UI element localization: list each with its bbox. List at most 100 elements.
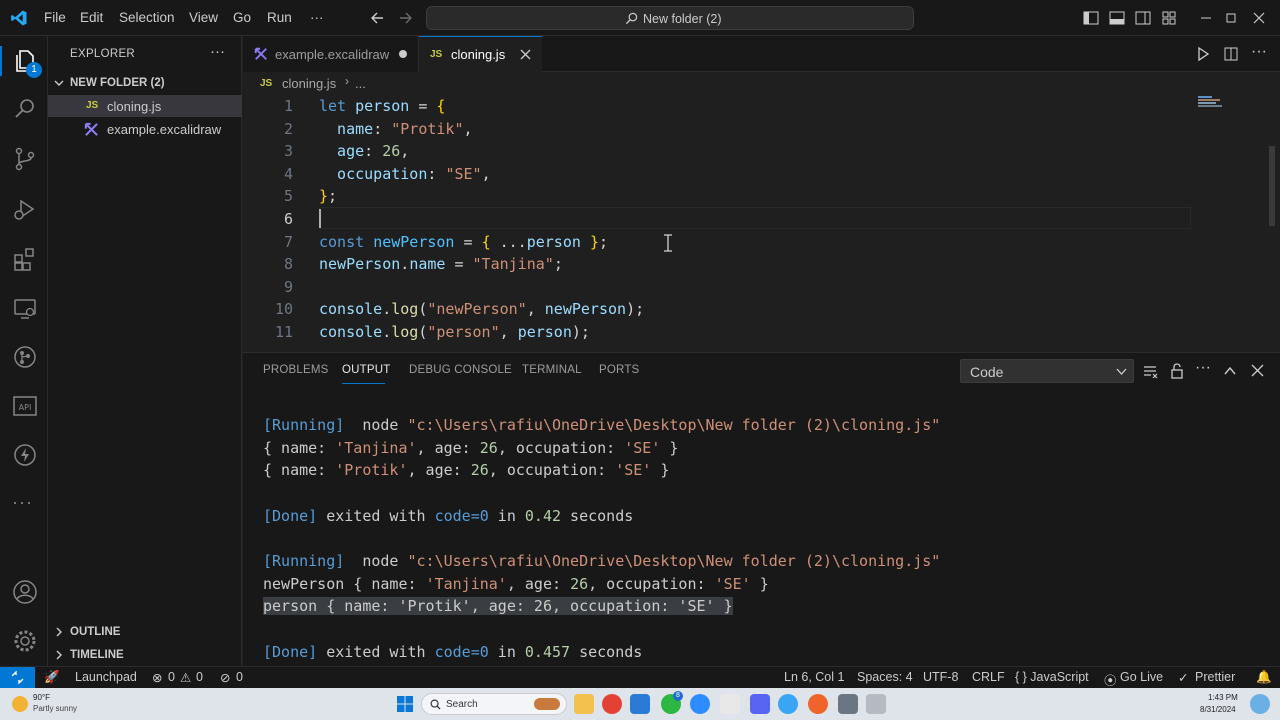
output-channel-select[interactable]: Code <box>960 359 1134 383</box>
minimap[interactable] <box>1198 96 1226 110</box>
tab-cloning-js[interactable]: JS cloning.js <box>419 36 542 72</box>
code-line[interactable]: 9 <box>243 276 1193 299</box>
run-code-icon[interactable] <box>1195 46 1211 62</box>
cursor-position[interactable]: Ln 6, Col 1 <box>784 670 844 684</box>
minimize-icon[interactable] <box>1197 9 1215 27</box>
errors-count[interactable]: 0 <box>168 670 175 684</box>
menu-more[interactable]: ··· <box>310 10 324 25</box>
menu-go[interactable]: Go <box>233 10 251 25</box>
code-editor[interactable]: 1 let person = {2 name: "Protik", 3 age: 2… <box>243 94 1280 352</box>
restore-icon[interactable] <box>1222 9 1240 27</box>
slack-app-icon[interactable] <box>720 694 740 714</box>
code-line[interactable]: 8 newPerson.name = "Tanjina"; <box>243 253 1193 276</box>
lock-scroll-icon[interactable] <box>1169 362 1185 379</box>
menu-selection[interactable]: Selection <box>119 10 175 25</box>
tab-ports[interactable]: PORTS <box>599 364 639 376</box>
code-line[interactable]: 2 name: "Protik", <box>243 118 1193 141</box>
back-arrow-icon[interactable] <box>369 9 387 27</box>
more-views-icon[interactable]: ··· <box>12 492 33 513</box>
timeline-section[interactable]: TIMELINE <box>48 644 242 666</box>
file-label: example.excalidraw <box>107 122 222 137</box>
maximize-panel-icon[interactable] <box>1223 364 1237 378</box>
terminal-app-icon[interactable] <box>838 694 858 714</box>
toggle-secondary-sidebar-icon[interactable] <box>1134 9 1152 27</box>
run-debug-icon[interactable] <box>12 196 38 222</box>
toggle-primary-sidebar-icon[interactable] <box>1082 9 1100 27</box>
weather-temp[interactable]: 90°F <box>33 693 50 702</box>
menu-run[interactable]: Run <box>267 10 292 25</box>
notifications-bell-icon[interactable]: 🔔 <box>1256 670 1272 685</box>
tab-terminal[interactable]: TERMINAL <box>522 364 582 376</box>
encoding[interactable]: UTF-8 <box>923 670 958 684</box>
source-control-icon[interactable] <box>12 146 38 172</box>
clock-time[interactable]: 1:43 PM <box>1208 693 1238 702</box>
menu-file[interactable]: File <box>44 10 66 25</box>
folder-new-folder-2[interactable]: NEW FOLDER (2) <box>48 72 242 94</box>
forward-arrow-icon[interactable] <box>396 9 414 27</box>
close-window-icon[interactable] <box>1250 9 1268 27</box>
zoom-app-icon[interactable] <box>690 694 710 714</box>
tab-output[interactable]: OUTPUT <box>342 364 390 376</box>
menu-edit[interactable]: Edit <box>80 10 103 25</box>
thunder-client-icon[interactable] <box>12 442 38 468</box>
api-client-icon[interactable]: API <box>12 393 38 419</box>
tab-debug-console[interactable]: DEBUG CONSOLE <box>409 364 512 376</box>
code-line[interactable]: 10 console.log("newPerson", newPerson); <box>243 298 1193 321</box>
tab-example-excalidraw[interactable]: example.excalidraw <box>243 36 419 72</box>
extensions-icon[interactable] <box>12 246 38 272</box>
menu-view[interactable]: View <box>189 10 218 25</box>
file-item-cloning-js[interactable]: JS cloning.js <box>48 95 242 117</box>
remote-explorer-icon[interactable] <box>12 296 38 322</box>
prettier-status[interactable]: Prettier <box>1195 670 1235 684</box>
code-line[interactable]: 5}; <box>243 185 1193 208</box>
code-line[interactable]: 7 const newPerson = { ...person }; <box>243 231 1193 254</box>
code-line[interactable]: 11 console.log("person", person); <box>243 321 1193 344</box>
customize-layout-icon[interactable] <box>1160 9 1178 27</box>
weather-desc[interactable]: Partly sunny <box>33 704 77 713</box>
vscode-app-icon[interactable] <box>630 694 650 714</box>
line-ending[interactable]: CRLF <box>972 670 1005 684</box>
messenger-app-icon[interactable] <box>778 694 798 714</box>
clock-date[interactable]: 8/31/2024 <box>1200 705 1236 714</box>
vscode-logo-icon[interactable] <box>10 9 28 27</box>
close-tab-icon[interactable] <box>520 49 531 60</box>
search-view-icon[interactable] <box>12 96 38 122</box>
copilot-app-icon[interactable] <box>1250 694 1270 714</box>
chrome-app-icon[interactable] <box>602 694 622 714</box>
go-live-button[interactable]: Go Live <box>1120 670 1163 684</box>
windows-start-icon[interactable] <box>396 695 414 713</box>
split-editor-icon[interactable] <box>1223 46 1239 62</box>
unsaved-dot-icon[interactable] <box>399 50 407 58</box>
code-line[interactable]: 6 <box>243 208 1193 231</box>
language-mode[interactable]: { } JavaScript <box>1015 670 1089 684</box>
outline-section[interactable]: OUTLINE <box>48 621 242 643</box>
explorer-more-icon[interactable]: ··· <box>210 43 225 60</box>
code-line[interactable]: 3 age: 26, <box>243 140 1193 163</box>
toggle-panel-icon[interactable] <box>1108 9 1126 27</box>
taskbar-search[interactable]: Search <box>421 693 567 715</box>
file-item-example-excalidraw[interactable]: example.excalidraw <box>48 118 242 140</box>
command-center-search[interactable]: New folder (2) <box>426 6 914 30</box>
editor-scrollbar[interactable] <box>1269 146 1275 226</box>
indentation[interactable]: Spaces: 4 <box>857 670 913 684</box>
clear-output-icon[interactable] <box>1142 363 1158 379</box>
close-panel-icon[interactable] <box>1251 364 1264 377</box>
breadcrumb-symbol[interactable]: ... <box>355 76 366 91</box>
editor-more-actions-icon[interactable]: ··· <box>1251 43 1267 61</box>
code-line[interactable]: 4 occupation: "SE", <box>243 163 1193 186</box>
accounts-icon[interactable] <box>12 579 38 605</box>
settings-gear-icon[interactable] <box>12 628 38 654</box>
code-line[interactable]: 1 let person = { <box>243 95 1193 118</box>
launchpad-label[interactable]: Launchpad <box>75 670 137 684</box>
warnings-count[interactable]: 0 <box>196 670 203 684</box>
panel-more-icon[interactable]: ··· <box>1195 359 1211 377</box>
postman-app-icon[interactable] <box>808 694 828 714</box>
breadcrumb-file[interactable]: cloning.js <box>282 76 336 91</box>
discord-app-icon[interactable] <box>750 694 770 714</box>
tab-problems[interactable]: PROBLEMS <box>263 364 329 376</box>
remote-indicator[interactable] <box>0 667 35 688</box>
git-graph-icon[interactable] <box>12 344 38 370</box>
ports-count[interactable]: 0 <box>236 670 243 684</box>
app-icon[interactable] <box>866 694 886 714</box>
file-explorer-app-icon[interactable] <box>574 694 594 714</box>
